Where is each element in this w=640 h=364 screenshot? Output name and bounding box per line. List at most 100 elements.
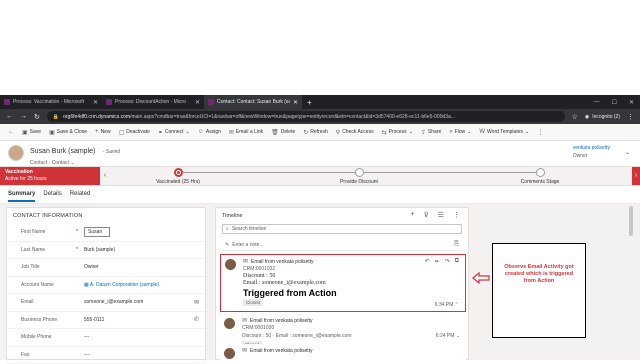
record-name: Susan Burk (sample) [30, 148, 95, 155]
timeline-activity-highlighted[interactable]: ↶ ↞ ↷ ⧉ ✉ Email from venkata polisetty C… [220, 254, 466, 312]
account-name-link[interactable]: ▦ A. Datum Corporation (sample) [84, 282, 199, 288]
new-button[interactable]: +New [95, 129, 111, 135]
stage-label: Comments Stage [495, 179, 585, 185]
browser-tab-vaccination[interactable]: Process: Vaccination - Microsoft ✕ [0, 95, 102, 109]
refresh-button[interactable]: ↻Refresh [303, 129, 328, 136]
bpf-stage-provide-discount[interactable]: Provide Discount [314, 167, 404, 185]
owner-field[interactable]: venkata polisetty Owner [573, 145, 610, 159]
owner-label: Owner [573, 153, 610, 159]
minimize-icon[interactable]: — [594, 99, 600, 105]
job-title-input[interactable]: Owner [84, 264, 199, 270]
bpf-next-icon[interactable]: › [632, 167, 640, 185]
save-label: Save [30, 129, 41, 135]
filter-icon[interactable]: ⊽ [424, 211, 429, 219]
bpf-prev-icon[interactable]: ‹ [100, 167, 110, 185]
bpf-active-process[interactable]: Vaccination Active for 25 hours [0, 167, 100, 185]
activity-header: ✉ Email from venkata polisetty [242, 317, 462, 324]
annotation-arrow-icon [472, 272, 490, 284]
page-scrollbar[interactable] [628, 204, 634, 360]
delete-button[interactable]: 🗑Delete [271, 129, 295, 136]
search-icon: ⌕ [226, 226, 229, 232]
scrollbar-thumb[interactable] [629, 206, 633, 236]
close-icon[interactable]: ✕ [93, 99, 98, 106]
mail-icon: ✉ [242, 317, 247, 324]
back-button[interactable]: ← [8, 129, 14, 135]
chevron-up-icon[interactable]: ⌃ [455, 302, 459, 308]
star-icon[interactable]: ☆ [572, 113, 578, 121]
fax-input[interactable]: --- [84, 352, 199, 358]
check-access-button[interactable]: ⚲Check Access [336, 129, 374, 136]
reload-icon[interactable]: ↻ [34, 113, 40, 121]
business-phone-input[interactable]: 555-0111 [84, 317, 194, 323]
email-link-button[interactable]: ✉Email a Link [229, 129, 263, 136]
mail-icon: ✉ [242, 347, 247, 354]
last-name-input[interactable]: Burk (sample) [84, 247, 199, 253]
first-name-input[interactable]: Susan [84, 227, 110, 237]
record-header: Susan Burk (sample) - Saved Contact · Co… [0, 141, 640, 165]
dynamics-icon [4, 99, 10, 105]
save-close-button[interactable]: ▣Save & Close [49, 129, 87, 136]
browser-tab-contact[interactable]: Contact: Contact: Susan Burk (sa ✕ [204, 95, 302, 109]
add-icon[interactable]: + [411, 211, 415, 219]
email-link-label: Email a Link [236, 129, 263, 135]
note-input[interactable]: ✎ Enter a note... ⎘ [222, 239, 462, 251]
new-tab-icon[interactable]: + [307, 98, 312, 107]
save-button[interactable]: ▣Save [22, 129, 41, 136]
stage-dot [355, 168, 364, 177]
activity-body: ✉ Email from venkata polisetty [242, 347, 462, 354]
maximize-icon[interactable]: ☐ [612, 99, 617, 106]
email-input[interactable]: someone_i@example.com [84, 299, 194, 305]
timeline-activity[interactable]: ✉ Email from venkata polisetty CRM:00010… [220, 314, 466, 342]
mobile-phone-input[interactable]: --- [84, 334, 199, 340]
browser-tabbar: Process: Vaccination - Microsoft ✕ Proce… [0, 95, 640, 109]
owner-name[interactable]: venkata polisetty [573, 145, 610, 151]
window-close-icon[interactable]: ✕ [629, 99, 634, 106]
incognito-icon: ◉ [585, 114, 589, 120]
menu-icon[interactable]: ⋮ [627, 113, 634, 121]
address-bar[interactable]: 🔒 org6fe4df0.crm.dynamics.com /main.aspx… [47, 111, 565, 122]
bpf-process-title: Vaccination [5, 169, 95, 176]
share-button[interactable]: ⇪Share [421, 129, 441, 136]
section-title: CONTACT INFORMATION [7, 208, 205, 224]
close-icon[interactable]: ✕ [293, 99, 298, 106]
more-icon[interactable]: ⋮ [453, 211, 460, 219]
mail-icon[interactable]: ✉ [194, 299, 199, 306]
process-label: Process [389, 129, 407, 135]
deactivate-label: Deactivate [126, 129, 150, 135]
flow-button[interactable]: »Flow⌄ [449, 129, 471, 135]
field-label: Last Name [21, 247, 76, 253]
phone-icon[interactable]: ✆ [194, 316, 199, 323]
bpf-stage-vaccinated[interactable]: Vaccinated (25 Hrs) [133, 167, 223, 185]
stage-label: Vaccinated (25 Hrs) [133, 179, 223, 185]
flow-label: Flow [455, 129, 466, 135]
deactivate-button[interactable]: ▢Deactivate [119, 129, 150, 136]
browser-tab-discount-action[interactable]: Process: DiscountAction - Micro ✕ [102, 95, 204, 109]
back-icon[interactable]: ← [6, 113, 13, 120]
attachment-icon[interactable]: ⎘ [454, 241, 459, 248]
new-label: New [101, 129, 111, 135]
incognito-indicator[interactable]: ◉ Incognito (2) [585, 114, 620, 120]
pencil-icon: ✎ [225, 242, 229, 248]
url-path: /main.aspx?cmdbar=true&forceUCI=1&navbar… [130, 114, 455, 120]
form-tabs: Summary Details Related [8, 191, 90, 202]
forward-icon[interactable]: → [20, 113, 27, 120]
timeline-search-input[interactable]: ⌕ Search timeline [222, 224, 462, 234]
expand-header-icon[interactable]: ⌄ [625, 149, 630, 156]
tab-details[interactable]: Details [43, 191, 61, 202]
chevron-down-icon[interactable]: ⌄ [456, 333, 460, 339]
connect-icon: ⚭ [158, 129, 163, 136]
close-icon[interactable]: ✕ [195, 99, 200, 106]
check-access-icon: ⚲ [336, 129, 340, 136]
word-templates-button[interactable]: WWord Templates⌄ [479, 129, 529, 135]
bpf-stage-comments[interactable]: Comments Stage [495, 167, 585, 185]
more-commands-button[interactable]: ⋮ [537, 129, 543, 136]
field-account-name: Account Name ▦ A. Datum Corporation (sam… [7, 277, 205, 295]
list-icon[interactable]: ☰ [438, 211, 444, 219]
tab-related[interactable]: Related [70, 191, 91, 202]
timeline-activity[interactable]: ✉ Email from venkata polisetty [220, 344, 466, 361]
chevron-down-icon: ⌄ [525, 129, 529, 135]
assign-button[interactable]: ☺Assign [198, 129, 221, 135]
process-button[interactable]: ⇆Process⌄ [382, 129, 413, 136]
connect-button[interactable]: ⚭Connect⌄ [158, 129, 190, 136]
tab-summary[interactable]: Summary [8, 191, 35, 202]
